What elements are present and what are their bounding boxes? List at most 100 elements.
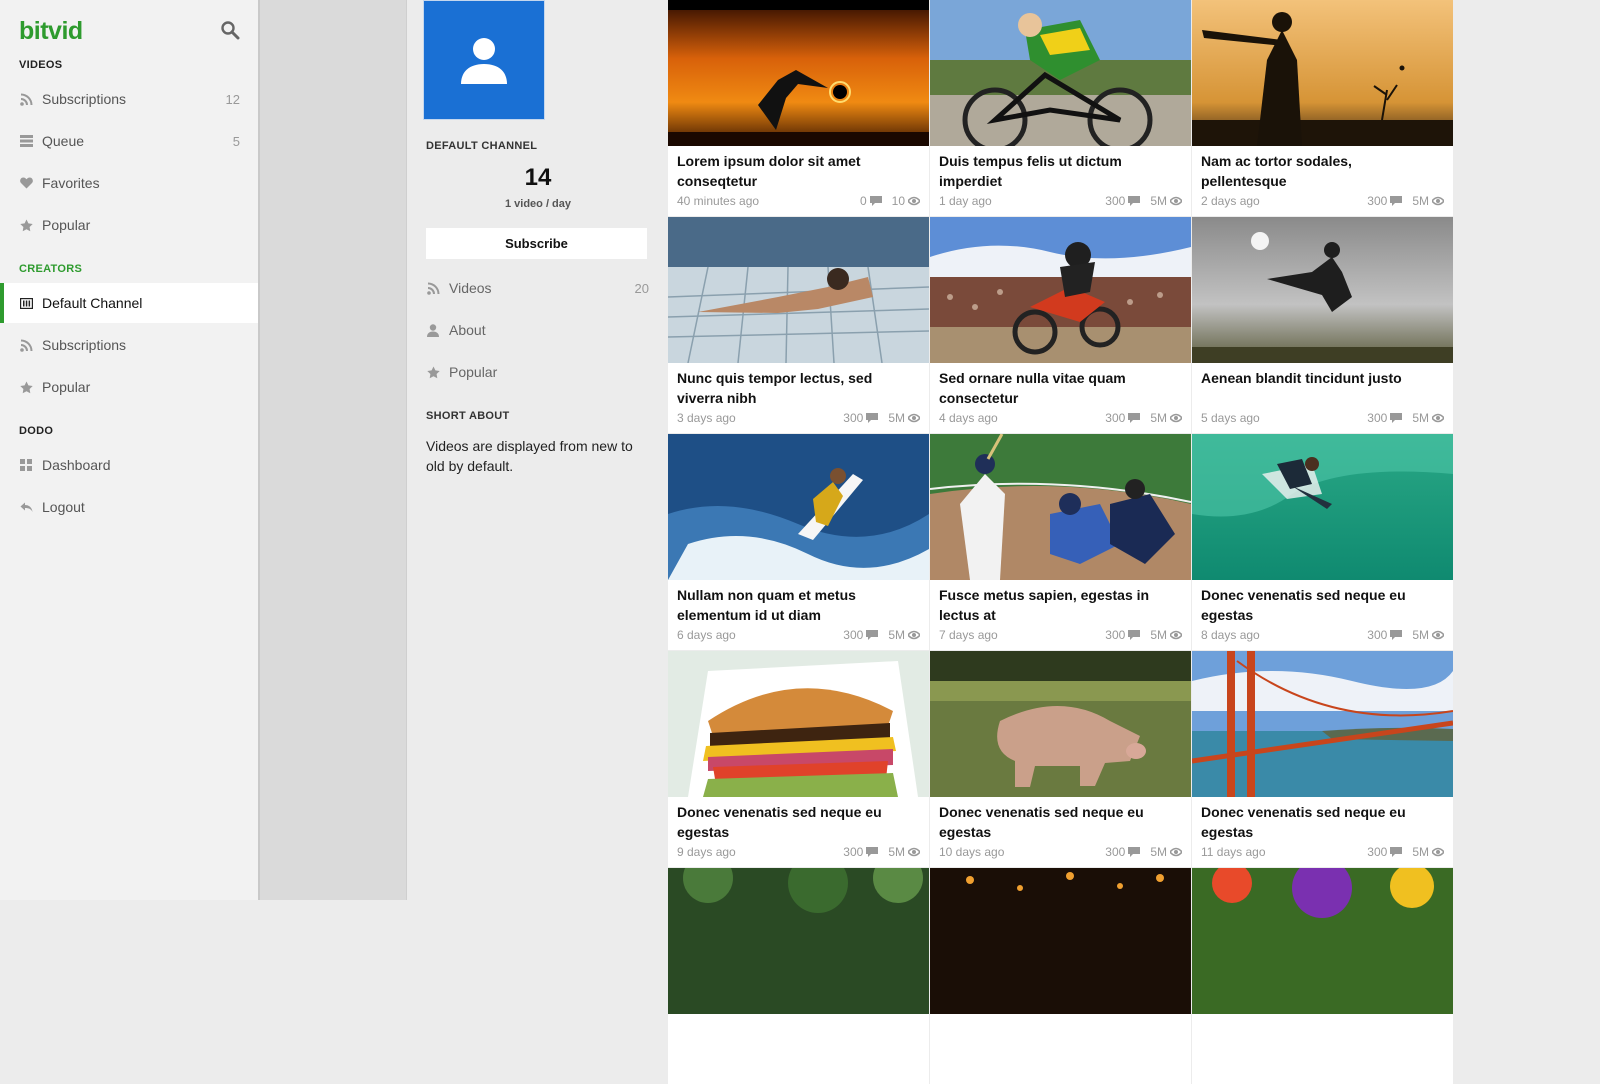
short-about-text: Videos are displayed from new to old by … [426, 438, 633, 474]
video-views: 10 [892, 194, 920, 208]
video-thumbnail[interactable] [1192, 434, 1453, 580]
channel-nav-label: About [449, 322, 486, 338]
video-title[interactable]: Lorem ipsum dolor sit amet conseqtetur [677, 151, 917, 191]
eye-icon [908, 413, 920, 423]
video-thumbnail[interactable] [1192, 0, 1453, 146]
video-title[interactable]: Aenean blandit tincidunt justo [1201, 368, 1441, 388]
video-meta: 2 days ago 300 5M [1201, 194, 1444, 208]
video-meta: 9 days ago 300 5M [677, 845, 920, 859]
video-card[interactable]: Donec venenatis sed neque eu egestas 9 da… [668, 651, 929, 867]
channel-stat-value: 14 [524, 164, 552, 191]
reply-icon [19, 500, 33, 514]
video-title[interactable]: Nam ac tortor sodales, pellentesque [1201, 151, 1441, 191]
channel-icon [19, 296, 33, 310]
video-thumbnail[interactable] [668, 217, 929, 363]
video-card[interactable] [1192, 868, 1453, 1084]
video-thumbnail[interactable] [1192, 868, 1453, 1014]
video-title[interactable]: Sed ornare nulla vitae quam consectetur [939, 368, 1179, 408]
channel-nav-videos[interactable]: Videos 20 [407, 268, 669, 308]
video-card[interactable]: Donec venenatis sed neque eu egestas 10 d… [930, 651, 1191, 867]
video-thumbnail[interactable] [668, 651, 929, 797]
rss-icon [19, 92, 33, 106]
star-icon [426, 365, 440, 379]
sidebar-item-favorites[interactable]: Favorites [0, 163, 258, 203]
video-time: 1 day ago [939, 194, 992, 208]
video-card[interactable]: Sed ornare nulla vitae quam consectetur 4… [930, 217, 1191, 433]
video-card[interactable]: Donec venenatis sed neque eu egestas 11 d… [1192, 651, 1453, 867]
video-card[interactable]: Fusce metus sapien, egestas in lectus at… [930, 434, 1191, 650]
eye-icon [908, 196, 920, 206]
video-comments: 0 [860, 194, 882, 208]
user-icon [461, 38, 507, 84]
video-comments: 300 [1105, 628, 1141, 642]
video-thumbnail[interactable] [668, 0, 929, 146]
comment-icon [1128, 413, 1141, 423]
sidebar-item-creator-popular[interactable]: Popular [0, 367, 258, 407]
video-view-count: 5M [1150, 411, 1167, 425]
video-view-count: 5M [888, 628, 905, 642]
channel-avatar[interactable] [423, 0, 545, 120]
subscribe-button[interactable]: Subscribe [426, 228, 647, 259]
background-band [260, 0, 406, 900]
video-card[interactable]: Nam ac tortor sodales, pellentesque 2 day… [1192, 0, 1453, 216]
list-icon [19, 134, 33, 148]
comment-icon [869, 196, 882, 206]
video-thumbnail[interactable] [930, 217, 1191, 363]
video-meta: 3 days ago 300 5M [677, 411, 920, 425]
video-time: 7 days ago [939, 628, 998, 642]
video-comments: 300 [843, 411, 879, 425]
video-title[interactable]: Nullam non quam et metus elementum id ut… [677, 585, 917, 625]
video-thumbnail[interactable] [930, 868, 1191, 1014]
sidebar-item-default-channel[interactable]: Default Channel [0, 283, 258, 323]
sidebar-item-label: Subscriptions [42, 337, 127, 353]
video-title[interactable]: Donec venenatis sed neque eu egestas [939, 802, 1179, 842]
video-views: 5M [888, 845, 920, 859]
video-title[interactable]: Nunc quis tempor lectus, sed viverra nib… [677, 368, 917, 408]
video-card[interactable] [668, 868, 929, 1084]
video-title[interactable]: Donec venenatis sed neque eu egestas [1201, 802, 1441, 842]
video-card[interactable] [930, 868, 1191, 1084]
video-thumbnail[interactable] [930, 434, 1191, 580]
eye-icon [1432, 196, 1444, 206]
video-card[interactable]: Nunc quis tempor lectus, sed viverra nib… [668, 217, 929, 433]
video-views: 5M [1150, 194, 1182, 208]
video-title[interactable]: Duis tempus felis ut dictum imperdiet [939, 151, 1179, 191]
sidebar-item-popular[interactable]: Popular [0, 205, 258, 245]
sidebar-item-subscriptions[interactable]: Subscriptions 12 [0, 79, 258, 119]
video-thumbnail[interactable] [668, 434, 929, 580]
channel-nav-about[interactable]: About [407, 310, 669, 350]
video-thumbnail[interactable] [668, 868, 929, 1014]
video-time: 3 days ago [677, 411, 736, 425]
video-thumbnail[interactable] [930, 0, 1191, 146]
video-thumbnail[interactable] [930, 651, 1191, 797]
app-logo[interactable]: bitvid [19, 17, 83, 46]
video-title[interactable]: Donec venenatis sed neque eu egestas [677, 802, 917, 842]
video-card[interactable]: Lorem ipsum dolor sit amet conseqtetur 40… [668, 0, 929, 216]
video-comments: 300 [1367, 628, 1403, 642]
search-button[interactable] [220, 20, 242, 42]
channel-nav-popular[interactable]: Popular [407, 352, 669, 392]
sidebar-item-label: Popular [42, 217, 91, 233]
sidebar-item-creator-subscriptions[interactable]: Subscriptions [0, 325, 258, 365]
video-thumbnail[interactable] [1192, 217, 1453, 363]
sidebar-item-dashboard[interactable]: Dashboard [0, 445, 258, 485]
video-comments: 300 [843, 628, 879, 642]
sidebar-item-queue[interactable]: Queue 5 [0, 121, 258, 161]
video-title[interactable]: Fusce metus sapien, egestas in lectus at [939, 585, 1179, 625]
channel-stat-label: 1 video / day [504, 198, 572, 210]
video-comments: 300 [1105, 411, 1141, 425]
video-meta: 6 days ago 300 5M [677, 628, 920, 642]
video-view-count: 5M [1150, 194, 1167, 208]
video-meta: 8 days ago 300 5M [1201, 628, 1444, 642]
video-card[interactable]: Nullam non quam et metus elementum id ut… [668, 434, 929, 650]
video-card[interactable]: Donec venenatis sed neque eu egestas 8 da… [1192, 434, 1453, 650]
video-comments: 300 [1105, 194, 1141, 208]
right-background [1454, 0, 1600, 900]
sidebar-item-label: Default Channel [42, 295, 143, 311]
video-card[interactable]: Duis tempus felis ut dictum imperdiet 1 d… [930, 0, 1191, 216]
video-views: 5M [888, 628, 920, 642]
video-thumbnail[interactable] [1192, 651, 1453, 797]
video-card[interactable]: Aenean blandit tincidunt justo 5 days ago… [1192, 217, 1453, 433]
sidebar-item-logout[interactable]: Logout [0, 487, 258, 527]
video-title[interactable]: Donec venenatis sed neque eu egestas [1201, 585, 1441, 625]
